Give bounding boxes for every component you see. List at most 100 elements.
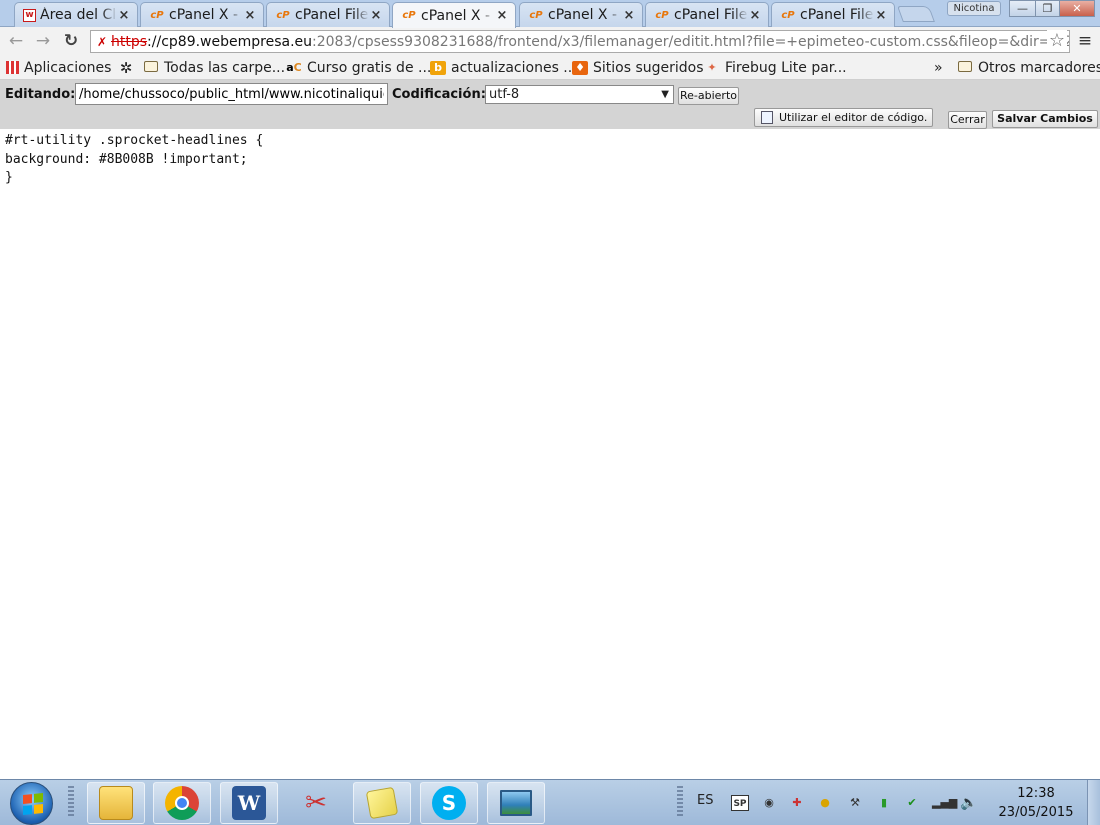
broken-lock-icon[interactable]: ✗: [97, 35, 111, 49]
taskbar-word[interactable]: W: [220, 782, 278, 824]
tab-cpanel-file-1[interactable]: cP cPanel File M ×: [266, 2, 390, 27]
encoding-select[interactable]: utf-8 ▼: [485, 85, 674, 104]
url-path: :2083/cpsess9308231688/frontend/x3/filem…: [312, 33, 1070, 50]
code-textarea[interactable]: #rt-utility .sprocket-headlines { backgr…: [0, 129, 1100, 779]
reopen-button[interactable]: Re-abierto: [678, 87, 739, 105]
close-icon[interactable]: ×: [243, 8, 257, 23]
speaker-icon[interactable]: 🔈: [960, 795, 978, 811]
bookmark-label: Todas las carpe...: [164, 59, 286, 76]
bookmarks-bar: Aplicaciones ✲ Todas las carpe... aC Cur…: [0, 55, 1100, 80]
tab-cpanel-1[interactable]: cP cPanel X - M ×: [140, 2, 264, 27]
battery-icon[interactable]: ▮: [875, 795, 893, 811]
tab-cpanel-file-3[interactable]: cP cPanel File M ×: [771, 2, 895, 27]
bookmark-firebug-lite[interactable]: ✦ Firebug Lite par...: [704, 58, 847, 77]
close-window-button[interactable]: ✕: [1059, 0, 1095, 17]
bookmark-actualizaciones[interactable]: b actualizaciones ...: [430, 58, 577, 77]
tab-cpanel-2[interactable]: cP cPanel X - M ×: [519, 2, 643, 27]
bookmark-gear[interactable]: ✲: [118, 58, 139, 77]
minimize-button[interactable]: —: [1009, 0, 1036, 17]
keyboard-sp-icon[interactable]: SP: [731, 795, 749, 811]
start-button[interactable]: [10, 782, 53, 825]
file-path-input[interactable]: [75, 83, 388, 105]
taskbar-explorer[interactable]: [87, 782, 145, 824]
webempresa-icon: w: [23, 8, 36, 22]
tab-title: cPanel File M: [674, 7, 748, 23]
gear-icon: ✲: [119, 58, 133, 77]
cpanel-icon: cP: [276, 9, 290, 21]
taskbar-snipping-tool[interactable]: ✂: [287, 782, 345, 824]
reload-icon[interactable]: ↻: [61, 31, 81, 51]
close-icon[interactable]: ×: [622, 8, 636, 23]
firebug-icon: ✦: [707, 60, 717, 74]
back-icon[interactable]: ←: [6, 31, 26, 51]
tab-cpanel-file-2[interactable]: cP cPanel File M ×: [645, 2, 769, 27]
bookmark-curso-gratis[interactable]: aC Curso gratis de ...: [286, 58, 431, 77]
bookmark-otros-marcadores[interactable]: Otros marcadores: [957, 58, 1100, 77]
tab-area-cliente[interactable]: w Área del Cli ×: [14, 2, 138, 27]
tab-title: cPanel X - F: [421, 7, 495, 24]
url-scheme: https: [111, 33, 148, 50]
cpanel-icon: cP: [655, 9, 669, 21]
bookmark-todas-las-carpetas[interactable]: Todas las carpe...: [143, 58, 285, 77]
dropdown-arrow-icon: ▼: [661, 89, 669, 100]
bing-icon: b: [430, 60, 446, 75]
photo-viewer-icon: [500, 790, 532, 816]
bookmark-label: Otros marcadores: [978, 59, 1100, 76]
close-icon[interactable]: ×: [874, 8, 888, 23]
folder-icon: [143, 60, 159, 75]
tab-title: cPanel X - M: [548, 7, 622, 23]
bookmarks-overflow-chevron[interactable]: »: [934, 58, 943, 77]
cpanel-icon: cP: [781, 9, 795, 21]
tab-title: cPanel File M: [800, 7, 874, 23]
show-desktop-button[interactable]: [1087, 780, 1100, 825]
tool-icon[interactable]: ⚒: [846, 795, 864, 811]
signal-bars-icon[interactable]: ▂▄▆: [932, 795, 957, 811]
tab-cpanel-active[interactable]: cP cPanel X - F ×: [392, 2, 516, 28]
use-code-editor-button[interactable]: Utilizar el editor de código.: [754, 108, 933, 127]
lemon-icon[interactable]: ●: [816, 795, 834, 811]
sticky-note-icon: [365, 786, 399, 820]
clock[interactable]: 12:38 23/05/2015: [996, 784, 1076, 822]
check-shield-icon[interactable]: ✔: [903, 795, 921, 811]
folder-icon: [957, 60, 973, 75]
folder-icon: [99, 786, 133, 820]
document-icon: [761, 111, 773, 124]
close-icon[interactable]: ×: [369, 8, 383, 23]
file-editor-toolbar: Editando: Codificación: utf-8 ▼ Re-abier…: [0, 80, 1100, 129]
taskbar-skype[interactable]: S: [420, 782, 478, 824]
bookmark-apps[interactable]: Aplicaciones: [6, 58, 111, 77]
encoding-label: Codificación:: [392, 87, 486, 102]
tab-title: Área del Cli: [40, 7, 117, 23]
taskbar-photo-viewer[interactable]: [487, 782, 545, 824]
forward-icon[interactable]: →: [33, 31, 53, 51]
antivirus-icon[interactable]: ✚: [788, 795, 806, 811]
tab-title: cPanel File M: [295, 7, 369, 23]
bookmark-label: Aplicaciones: [24, 59, 112, 76]
close-icon[interactable]: ×: [117, 8, 131, 23]
profile-button[interactable]: Nicotina: [947, 1, 1001, 16]
restore-button[interactable]: ❐: [1035, 0, 1060, 17]
save-changes-button[interactable]: Salvar Cambios: [992, 110, 1098, 128]
taskbar-sticky-notes[interactable]: [353, 782, 411, 824]
new-tab-button[interactable]: [897, 6, 935, 22]
tab-title: cPanel X - M: [169, 7, 243, 23]
bookmark-label: Sitios sugeridos: [593, 59, 704, 76]
bookmark-sitios-sugeridos[interactable]: ♦ Sitios sugeridos: [572, 58, 704, 77]
bookmark-star-icon[interactable]: ☆: [1047, 30, 1067, 51]
menu-icon[interactable]: ≡: [1076, 31, 1094, 51]
eye-icon[interactable]: ◉: [760, 795, 778, 811]
taskbar-chrome[interactable]: [153, 782, 211, 824]
bookmark-label: Firebug Lite par...: [725, 59, 847, 76]
word-icon: W: [232, 786, 266, 820]
close-button[interactable]: Cerrar: [948, 111, 987, 129]
url-host: ://cp89.webempresa.eu: [147, 33, 313, 50]
address-bar[interactable]: ✗ https://cp89.webempresa.eu:2083/cpsess…: [90, 30, 1070, 53]
language-indicator[interactable]: ES: [697, 793, 713, 808]
windows-logo-icon: [23, 792, 43, 816]
close-icon[interactable]: ×: [495, 8, 509, 23]
browser-toolbar: ← → ↻ ✗ https://cp89.webempresa.eu:2083/…: [0, 27, 1100, 55]
close-icon[interactable]: ×: [748, 8, 762, 23]
use-code-editor-label: Utilizar el editor de código.: [779, 110, 928, 124]
clock-date: 23/05/2015: [998, 805, 1074, 820]
cpanel-icon: cP: [529, 9, 543, 21]
